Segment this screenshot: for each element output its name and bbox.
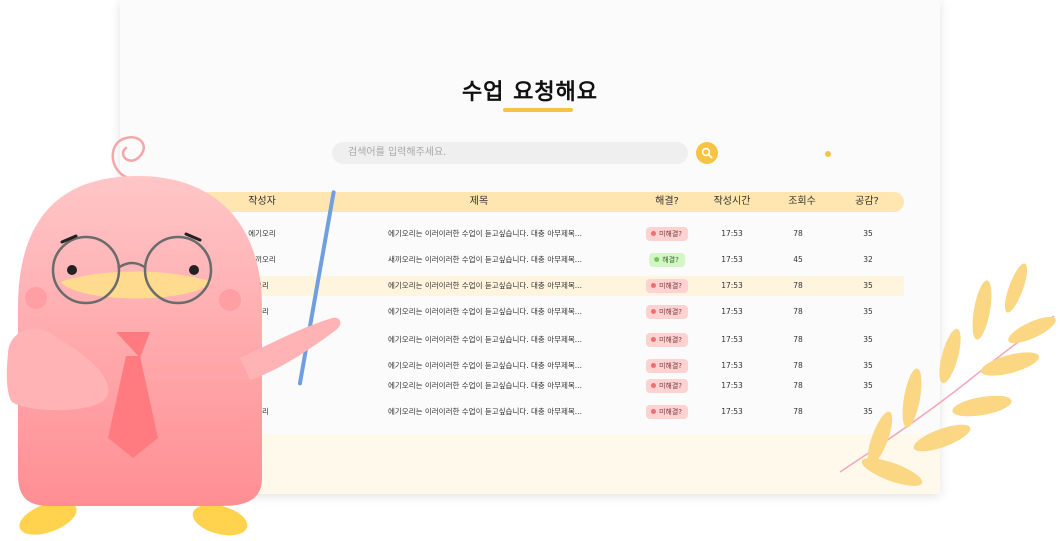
row-title[interactable]: 에기오리는 이러이러한 수업이 듣고싶습니다. 대충 아무제목... bbox=[388, 356, 582, 376]
row-title[interactable]: 에기오리는 이러이러한 수업이 듣고싶습니다. 대충 아무제목... bbox=[388, 302, 582, 322]
row-views: 78 bbox=[793, 361, 803, 370]
search-button[interactable] bbox=[696, 142, 718, 164]
row-title[interactable]: 에기오리는 이러이러한 수업이 듣고싶습니다. 대충 아무제목... bbox=[388, 276, 582, 296]
search-input[interactable] bbox=[332, 142, 688, 164]
row-views: 78 bbox=[793, 307, 803, 316]
status-badge: 미해결? bbox=[645, 227, 689, 241]
column-header-likes[interactable]: 공감? bbox=[855, 192, 879, 212]
status-badge: 해결? bbox=[649, 253, 685, 267]
row-likes: 35 bbox=[863, 229, 873, 238]
row-title[interactable]: 에기오리는 이러이러한 수업이 듣고싶습니다. 대충 아무제목... bbox=[388, 376, 582, 396]
status-dot bbox=[650, 282, 656, 288]
leaf-branch-illustration bbox=[839, 263, 1056, 486]
row-time: 17:53 bbox=[721, 407, 743, 416]
status-label: 미해결? bbox=[658, 408, 683, 416]
status-dot bbox=[654, 256, 660, 262]
status-label: 해결? bbox=[662, 256, 679, 264]
status-dot bbox=[650, 336, 656, 342]
status-label: 미해결? bbox=[658, 336, 683, 344]
status-label: 미해결? bbox=[658, 362, 683, 370]
duck-mascot-illustration bbox=[6, 136, 341, 536]
status-badge: 미해결? bbox=[645, 305, 689, 319]
status-badge: 미해결? bbox=[645, 279, 689, 293]
status-badge: 미해결? bbox=[645, 359, 689, 373]
status-label: 미해결? bbox=[658, 230, 683, 238]
row-views: 45 bbox=[793, 255, 803, 264]
row-time: 17:53 bbox=[721, 381, 743, 390]
row-views: 78 bbox=[793, 335, 803, 344]
row-time: 17:53 bbox=[721, 361, 743, 370]
column-header-views[interactable]: 조회수 bbox=[788, 192, 816, 212]
row-views: 78 bbox=[793, 229, 803, 238]
title-underline bbox=[503, 108, 573, 112]
status-dot bbox=[650, 308, 656, 314]
status-label: 미해결? bbox=[658, 308, 683, 316]
row-views: 78 bbox=[793, 407, 803, 416]
row-views: 78 bbox=[793, 281, 803, 290]
status-dot bbox=[650, 408, 656, 414]
column-header-time[interactable]: 작성시간 bbox=[714, 192, 751, 212]
status-badge: 미해결? bbox=[645, 405, 689, 419]
row-title[interactable]: 에기오리는 이러이러한 수업이 듣고싶습니다. 대충 아무제목... bbox=[388, 402, 582, 422]
column-header-title[interactable]: 제목 bbox=[470, 192, 488, 212]
search-icon bbox=[701, 147, 713, 159]
status-label: 미해결? bbox=[658, 382, 683, 390]
status-label: 미해결? bbox=[658, 282, 683, 290]
decorative-dot bbox=[825, 151, 831, 157]
row-time: 17:53 bbox=[721, 255, 743, 264]
row-title[interactable]: 에기오리는 이러이러한 수업이 듣고싶습니다. 대충 아무제목... bbox=[388, 224, 582, 244]
row-time: 17:53 bbox=[721, 229, 743, 238]
row-title[interactable]: 새끼오리는 이러이러한 수업이 듣고싶습니다. 대충 아무제목... bbox=[388, 250, 582, 270]
column-header-resolved[interactable]: 해결? bbox=[655, 192, 679, 212]
row-views: 78 bbox=[793, 381, 803, 390]
row-time: 17:53 bbox=[721, 281, 743, 290]
status-dot bbox=[650, 362, 656, 368]
row-title[interactable]: 에기오리는 이러이러한 수업이 듣고싶습니다. 대충 아무제목... bbox=[388, 330, 582, 350]
status-badge: 미해결? bbox=[645, 379, 689, 393]
row-time: 17:53 bbox=[721, 335, 743, 344]
page-title: 수업 요청해요 bbox=[461, 80, 599, 105]
row-time: 17:53 bbox=[721, 307, 743, 316]
status-badge: 미해결? bbox=[645, 333, 689, 347]
status-dot bbox=[650, 230, 656, 236]
status-dot bbox=[650, 382, 656, 388]
